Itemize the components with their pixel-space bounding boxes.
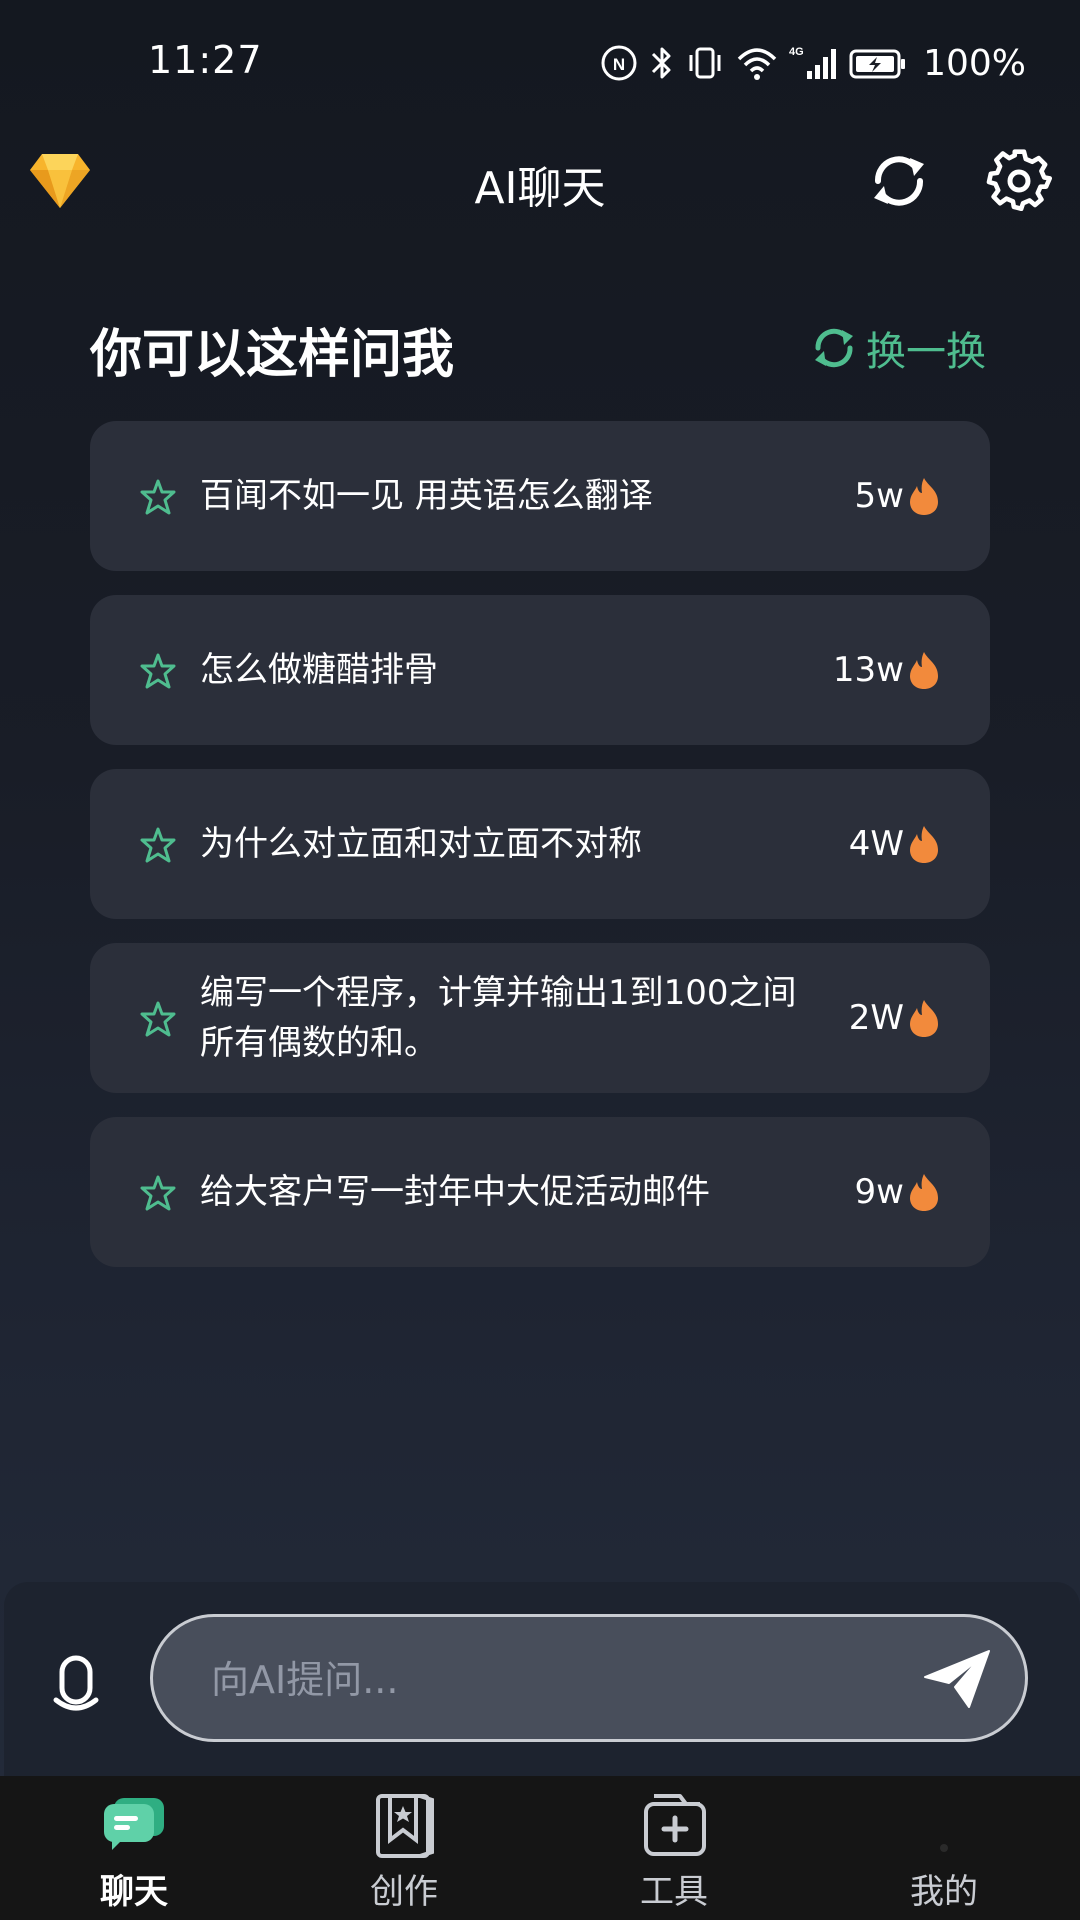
fire-icon xyxy=(910,652,938,689)
sparkle-icon xyxy=(140,827,176,863)
status-icons: N 4G 100% xyxy=(599,40,1026,86)
nav-label-chat: 聊天 xyxy=(100,1872,168,1912)
profile-icon xyxy=(940,1844,948,1852)
wifi-icon xyxy=(737,48,777,80)
heat-value: 13w xyxy=(832,650,904,690)
heat-value: 9w xyxy=(854,1172,904,1212)
suggestion-text: 给大客户写一封年中大促活动邮件 xyxy=(200,1172,710,1212)
suggestion-card[interactable]: 为什么对立面和对立面不对称 4W xyxy=(90,769,990,919)
bottom-nav: 聊天 创作 工具 我的 xyxy=(0,1776,1080,1920)
battery-charging-icon xyxy=(849,49,906,79)
bluetooth-icon xyxy=(652,47,671,79)
refresh-icon[interactable] xyxy=(866,148,932,214)
refresh-small-icon xyxy=(815,328,853,368)
suggestion-text: 编写一个程序，计算并输出1到100之间所有偶数的和。 xyxy=(200,973,797,1063)
bookmark-book-icon xyxy=(376,1794,434,1858)
status-time: 11:27 xyxy=(148,38,263,82)
fire-icon xyxy=(910,1174,938,1211)
nav-item-create[interactable]: 创作 xyxy=(304,1776,504,1920)
suggestion-card[interactable]: 给大客户写一封年中大促活动邮件 9w xyxy=(90,1117,990,1267)
chat-bubbles-icon xyxy=(104,1798,164,1850)
settings-icon[interactable] xyxy=(986,148,1052,214)
status-bar: 11:27 N 4G 100% xyxy=(0,0,1080,110)
heat-count: 5w xyxy=(855,421,940,571)
microphone-icon[interactable] xyxy=(50,1654,102,1718)
battery-percentage: 100% xyxy=(923,42,1026,84)
heat-count: 13w xyxy=(833,595,940,745)
suggestions-title: 你可以这样问我 xyxy=(90,325,455,385)
nav-label-tools: 工具 xyxy=(640,1872,708,1912)
shuffle-label: 换一换 xyxy=(866,329,986,375)
nav-item-tools[interactable]: 工具 xyxy=(574,1776,774,1920)
sparkle-icon xyxy=(140,653,176,689)
vibrate-icon xyxy=(689,47,721,79)
suggestion-text: 为什么对立面和对立面不对称 xyxy=(200,824,642,864)
suggestion-card[interactable]: 怎么做糖醋排骨 13w xyxy=(90,595,990,745)
send-icon[interactable] xyxy=(923,1647,991,1711)
app-bar: AI聊天 xyxy=(0,130,1080,230)
heat-count: 9w xyxy=(855,1117,940,1267)
suggestion-card[interactable]: 百闻不如一见 用英语怎么翻译 5w xyxy=(90,421,990,571)
suggestion-text: 怎么做糖醋排骨 xyxy=(200,650,438,690)
sparkle-icon xyxy=(140,1175,176,1211)
nav-label-create: 创作 xyxy=(370,1872,438,1912)
nav-item-chat[interactable]: 聊天 xyxy=(34,1776,234,1920)
heat-count: 2W xyxy=(849,943,940,1093)
fire-icon xyxy=(910,478,938,515)
sparkle-icon xyxy=(140,1001,176,1037)
fire-icon xyxy=(910,826,938,863)
shuffle-button[interactable]: 换一换 xyxy=(810,320,986,376)
heat-count: 4W xyxy=(849,769,940,919)
toolbox-folder-icon xyxy=(644,1794,706,1856)
nav-item-profile[interactable]: 我的 xyxy=(844,1776,1044,1920)
4g-signal-icon: 4G xyxy=(789,46,837,79)
suggestion-text: 百闻不如一见 用英语怎么翻译 xyxy=(200,476,653,516)
nfc-icon: N xyxy=(601,45,637,81)
nav-label-profile: 我的 xyxy=(910,1872,978,1912)
heat-value: 4W xyxy=(848,824,904,864)
heat-value: 2W xyxy=(848,998,904,1038)
chat-input[interactable] xyxy=(209,1641,853,1719)
svg-text:N: N xyxy=(613,55,625,74)
heat-value: 5w xyxy=(854,476,904,516)
chat-input-box[interactable] xyxy=(150,1614,1028,1742)
svg-text:4G: 4G xyxy=(789,46,804,58)
fire-icon xyxy=(910,1000,938,1037)
sparkle-icon xyxy=(140,479,176,515)
suggestion-card[interactable]: 编写一个程序，计算并输出1到100之间所有偶数的和。 2W xyxy=(90,943,990,1093)
